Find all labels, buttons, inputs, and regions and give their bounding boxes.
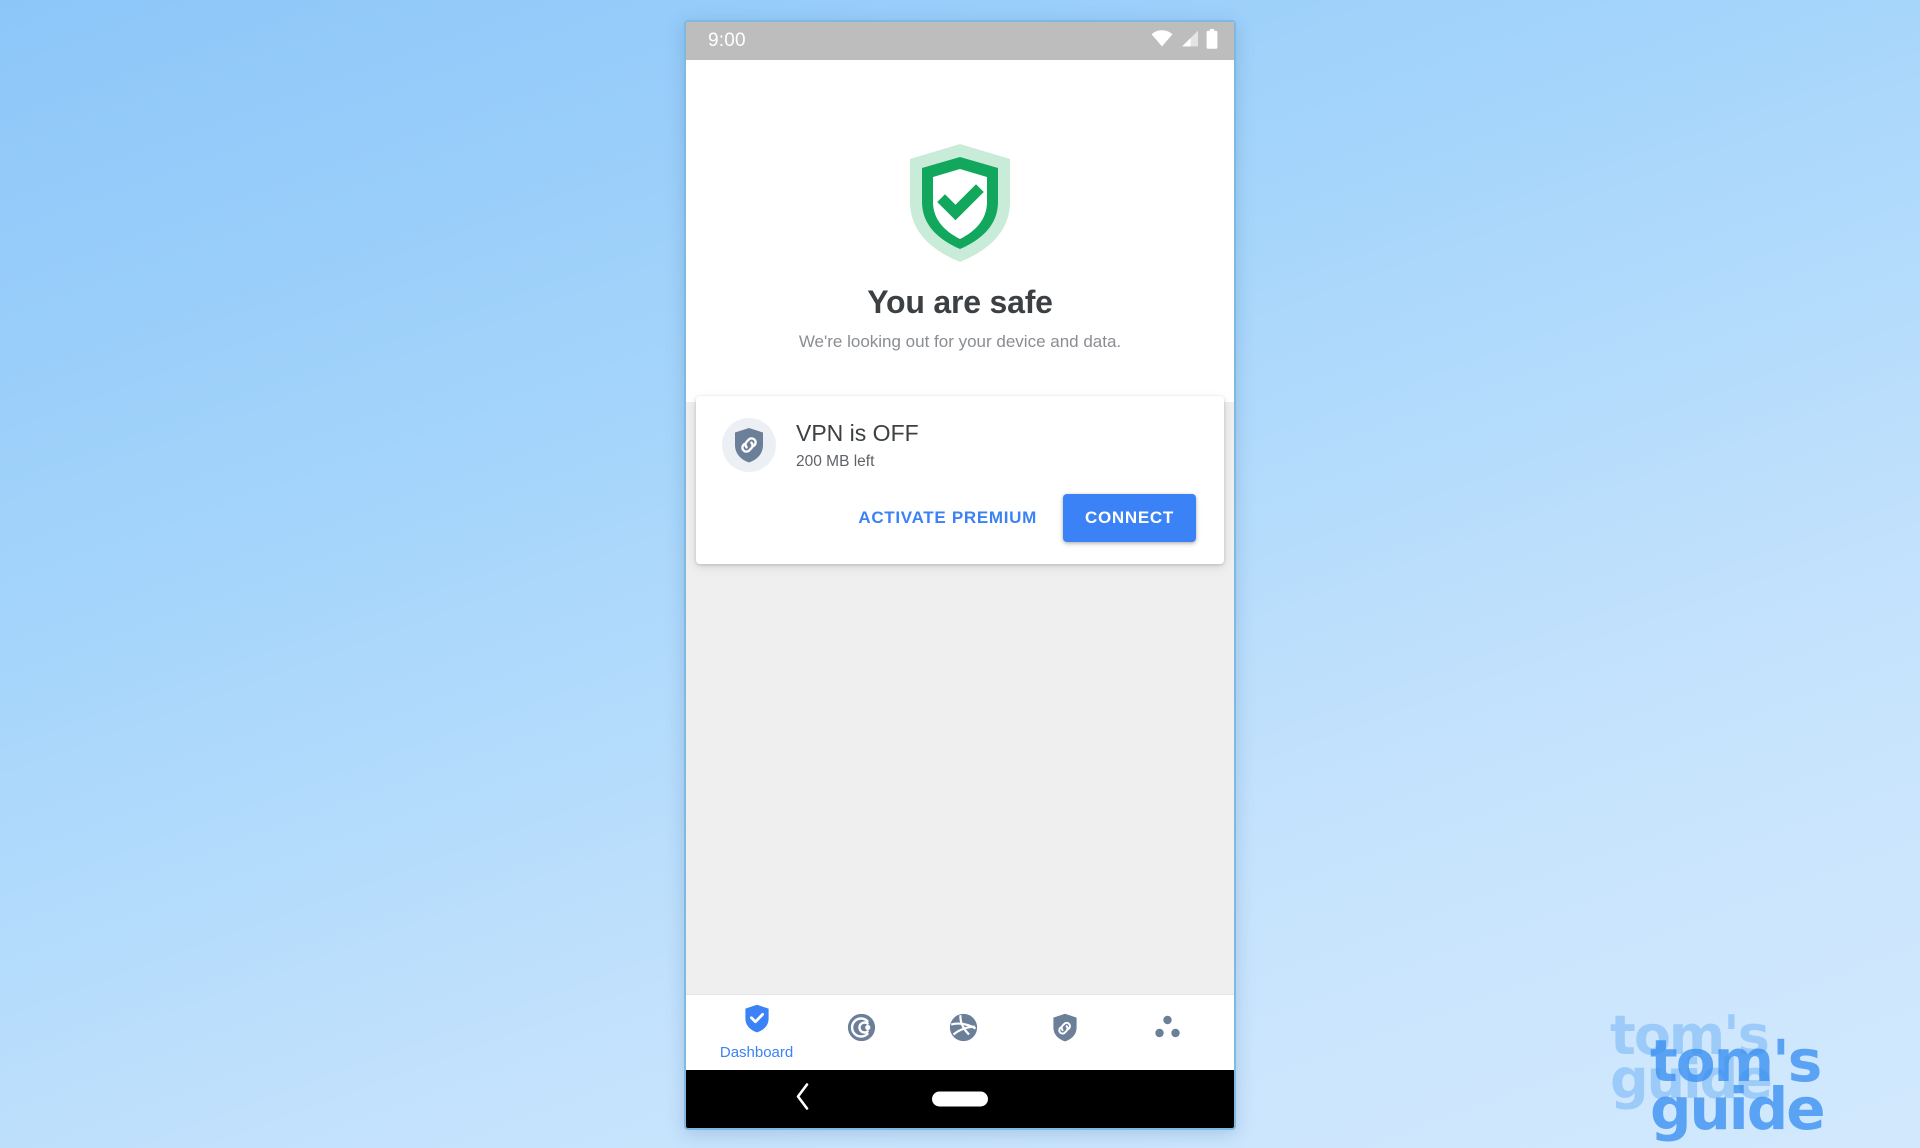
back-chevron-icon[interactable] xyxy=(794,1082,812,1117)
battery-icon xyxy=(1206,28,1218,54)
vpn-status-title: VPN is OFF xyxy=(796,419,919,446)
vpn-status-card: VPN is OFF 200 MB left ACTIVATE PREMIUM … xyxy=(696,396,1224,564)
status-bar: 9:00 xyxy=(686,22,1234,60)
watermark-front-line1: tom's xyxy=(1650,1027,1822,1095)
vpn-shield-link-icon xyxy=(1052,1013,1078,1047)
status-bar-clock: 9:00 xyxy=(708,30,746,51)
nav-item-network[interactable] xyxy=(929,1009,999,1057)
nav-item-more[interactable] xyxy=(1132,1010,1202,1055)
safety-hero-section: You are safe We're looking out for your … xyxy=(686,60,1234,402)
watermark-back-line2: guide xyxy=(1610,1048,1773,1112)
page-title: You are safe xyxy=(867,284,1053,320)
bottom-navigation-bar: Dashboard xyxy=(686,994,1234,1070)
home-pill-icon[interactable] xyxy=(932,1091,988,1107)
dashboard-content-area: VPN is OFF 200 MB left ACTIVATE PREMIUM … xyxy=(686,396,1234,994)
android-system-navigation xyxy=(686,1070,1234,1128)
wifi-icon xyxy=(1151,30,1173,52)
page-subtitle: We're looking out for your device and da… xyxy=(798,332,1122,351)
status-bar-icons xyxy=(1151,28,1218,54)
vpn-card-header: VPN is OFF 200 MB left xyxy=(722,418,1196,472)
globe-network-icon xyxy=(949,1013,978,1047)
vpn-data-remaining: 200 MB left xyxy=(796,452,875,470)
connect-button[interactable]: CONNECT xyxy=(1063,494,1196,542)
cellular-signal-icon xyxy=(1180,30,1199,52)
more-dots-icon xyxy=(1153,1014,1182,1045)
shield-check-icon xyxy=(744,1004,770,1038)
nav-item-dashboard[interactable]: Dashboard xyxy=(718,1000,795,1065)
watermark-front-layer: tom's guide xyxy=(1650,1027,1826,1143)
nav-item-vpn[interactable] xyxy=(1030,1009,1100,1057)
watermark-back-line1: tom's xyxy=(1610,1004,1770,1067)
vpn-card-actions: ACTIVATE PREMIUM CONNECT xyxy=(722,494,1196,542)
toms-guide-watermark: tom's guide tom's guide xyxy=(1604,1004,1904,1143)
vpn-shield-link-icon xyxy=(722,418,776,472)
cleaner-circle-icon xyxy=(847,1013,876,1047)
phone-screenshot-frame: 9:00 You are safe We're looking out for … xyxy=(684,20,1236,1130)
shield-check-icon xyxy=(904,142,1016,264)
watermark-back-layer: tom's guide xyxy=(1610,1004,1773,1112)
watermark-front-line2: guide xyxy=(1650,1074,1826,1143)
nav-item-label-dashboard: Dashboard xyxy=(719,1044,794,1061)
activate-premium-button[interactable]: ACTIVATE PREMIUM xyxy=(848,496,1047,540)
vpn-card-text: VPN is OFF 200 MB left xyxy=(796,420,919,471)
nav-item-cleaner[interactable] xyxy=(827,1009,897,1057)
